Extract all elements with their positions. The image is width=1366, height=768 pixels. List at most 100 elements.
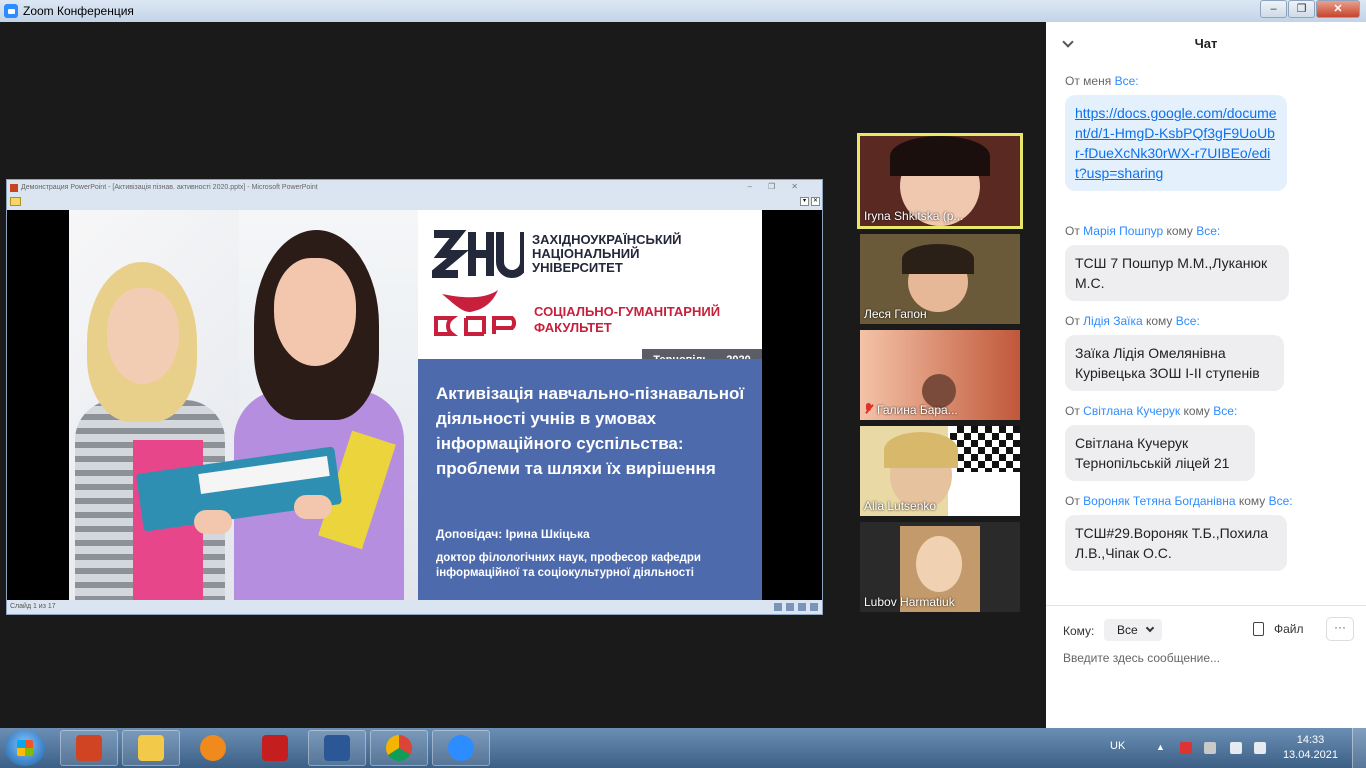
chat-panel: Чат От меня Все: https://docs.google.com…	[1046, 22, 1366, 728]
participant-tile[interactable]: Lubov Harmatiuk	[860, 522, 1020, 612]
chevron-down-icon	[1145, 623, 1155, 633]
acrobat-icon	[262, 735, 288, 761]
sender-prefix: От	[1065, 224, 1084, 238]
ppt-titlebar: Демонстрация PowerPoint - [Активізація п…	[7, 180, 822, 195]
chat-message: https://docs.google.com/document/d/1-Hmg…	[1065, 95, 1287, 191]
chat-message: Світлана Кучерук Тернопільській ліцей 21	[1065, 425, 1255, 481]
normal-view-icon[interactable]	[774, 603, 782, 611]
ppt-title-text: Демонстрация PowerPoint - [Активізація п…	[21, 184, 318, 191]
message-sender: От Вороняк Тетяна Богданівна кому Все:	[1065, 494, 1293, 508]
maximize-button[interactable]: ❐	[1288, 0, 1315, 18]
file-button-label: Файл	[1274, 622, 1304, 636]
slide-title-panel: Активізація навчально-пізнавальної діяль…	[418, 359, 762, 601]
minimize-button[interactable]: –	[1260, 0, 1287, 18]
sender-prefix: От	[1065, 404, 1084, 418]
slide-counter: Слайд 1 из 17	[10, 603, 56, 610]
presentation-title: Активізація навчально-пізнавальної діяль…	[436, 384, 745, 478]
participant-name-text: Галина Бара...	[877, 403, 958, 417]
ppt-doc-controls: ▾ ✕	[798, 197, 820, 206]
presenter-degree: доктор філологічних наук, професор кафед…	[436, 552, 701, 579]
chat-message: ТСШ#29.Вороняк Т.Б.,Похила Л.В.,Чіпак О.…	[1065, 515, 1287, 571]
recipient-select-value: Все	[1117, 623, 1138, 637]
clock[interactable]: 14:33 13.04.2021	[1283, 733, 1338, 763]
taskbar-explorer[interactable]	[122, 730, 180, 766]
participant-tile[interactable]: Леся Гапон	[860, 234, 1020, 324]
wu-logo-icon	[432, 228, 524, 280]
media-player-icon	[200, 735, 226, 761]
message-sender: От меня Все:	[1065, 74, 1139, 88]
view-buttons	[770, 603, 818, 611]
message-sender: От Світлана Кучерук кому Все:	[1065, 404, 1237, 418]
windows-taskbar: UK ▲ 14:33 13.04.2021	[0, 728, 1366, 768]
start-button[interactable]	[5, 730, 45, 766]
taskbar-powerpoint[interactable]	[60, 730, 118, 766]
recipient-prefix: кому	[1163, 224, 1197, 238]
sorter-view-icon[interactable]	[786, 603, 794, 611]
window-controls: – ❐ ✕	[1259, 0, 1360, 18]
more-options-button[interactable]: ···	[1326, 617, 1354, 641]
participant-name: Галина Бара...	[864, 403, 958, 417]
chat-title: Чат	[1194, 36, 1218, 51]
ppt-window-controls: –❐✕	[747, 182, 814, 191]
taskbar-acrobat[interactable]	[246, 730, 304, 766]
slideshow-view-icon[interactable]	[810, 603, 818, 611]
chat-message: Заїка Лідія Омелянівна Курівецька ЗОШ І-…	[1065, 335, 1284, 391]
signal-icon[interactable]	[1230, 742, 1242, 754]
sender-name[interactable]: Марія Пошпур	[1083, 224, 1163, 238]
recipient-name: Все:	[1175, 314, 1200, 328]
sender-prefix: От	[1065, 314, 1084, 328]
zoom-logo-icon	[4, 4, 18, 18]
participant-tile[interactable]: Alla Lutsenko	[860, 426, 1020, 516]
zoom-icon	[448, 735, 474, 761]
university-name: ЗАХІДНОУКРАЇНСЬКИЙ НАЦІОНАЛЬНИЙ УНІВЕРСИ…	[532, 232, 682, 275]
taskbar-word[interactable]	[308, 730, 366, 766]
participant-name: Iryna Shkitska (р...	[864, 209, 964, 223]
university-logo: ЗАХІДНОУКРАЇНСЬКИЙ НАЦІОНАЛЬНИЙ УНІВЕРСИ…	[432, 228, 702, 280]
participant-name: Леся Гапон	[864, 307, 927, 321]
taskbar-zoom[interactable]	[432, 730, 490, 766]
chat-message-input[interactable]	[1063, 651, 1353, 665]
zoom-titlebar: Zoom Конференция – ❐ ✕	[0, 0, 1366, 22]
sender-name[interactable]: Світлана Кучерук	[1083, 404, 1180, 418]
shared-powerpoint-window[interactable]: Демонстрация PowerPoint - [Активізація п…	[6, 179, 823, 615]
ppt-close-icon[interactable]: ✕	[811, 197, 820, 206]
taskbar-media-player[interactable]	[184, 730, 242, 766]
message-sender: От Марія Пошпур кому Все:	[1065, 224, 1220, 238]
sender-name[interactable]: Лідія Заїка	[1083, 314, 1142, 328]
recipient-select[interactable]: Все	[1104, 619, 1162, 641]
clock-time: 14:33	[1296, 734, 1325, 746]
chat-compose: Кому: Все Файл ···	[1046, 605, 1366, 728]
ppt-menubar: ▾ ✕	[7, 195, 822, 208]
ppt-restore-icon[interactable]: ▾	[800, 197, 809, 206]
sender-name: меня	[1083, 74, 1112, 88]
powerpoint-icon	[76, 735, 102, 761]
recipient-prefix: кому	[1235, 494, 1269, 508]
file-button[interactable]: Файл	[1253, 622, 1304, 636]
chat-header: Чат	[1046, 22, 1366, 66]
tray-app-icon[interactable]	[1180, 742, 1192, 754]
show-desktop-button[interactable]	[1352, 728, 1366, 768]
window-title: Zoom Конференция	[23, 4, 134, 18]
faculty-name: СОЦІАЛЬНО-ГУМАНІТАРНИЙ ФАКУЛЬТЕТ	[534, 303, 721, 335]
word-icon	[324, 735, 350, 761]
file-icon	[1253, 622, 1264, 636]
volume-icon[interactable]	[1254, 742, 1266, 754]
meeting-stage: Демонстрация PowerPoint - [Активізація п…	[0, 22, 1046, 728]
mic-muted-icon	[864, 403, 873, 414]
sender-prefix: От	[1065, 494, 1084, 508]
recipient-name: Все:	[1268, 494, 1293, 508]
taskbar-chrome[interactable]	[370, 730, 428, 766]
network-icon[interactable]	[1204, 742, 1216, 754]
message-link[interactable]: https://docs.google.com/document/d/1-Hmg…	[1075, 105, 1277, 181]
folder-icon	[138, 735, 164, 761]
recipient-prefix: кому	[1142, 314, 1176, 328]
close-button[interactable]: ✕	[1316, 0, 1360, 18]
participant-tile[interactable]: Галина Бара...	[860, 330, 1020, 420]
slide-area: ЗАХІДНОУКРАЇНСЬКИЙ НАЦІОНАЛЬНИЙ УНІВЕРСИ…	[7, 210, 822, 601]
powerpoint-icon	[10, 183, 18, 192]
show-hidden-icons[interactable]: ▲	[1156, 742, 1168, 754]
language-indicator[interactable]: UK	[1110, 740, 1125, 752]
sender-name[interactable]: Вороняк Тетяна Богданівна	[1083, 494, 1235, 508]
reading-view-icon[interactable]	[798, 603, 806, 611]
participant-tile[interactable]: Iryna Shkitska (р...	[857, 133, 1023, 229]
